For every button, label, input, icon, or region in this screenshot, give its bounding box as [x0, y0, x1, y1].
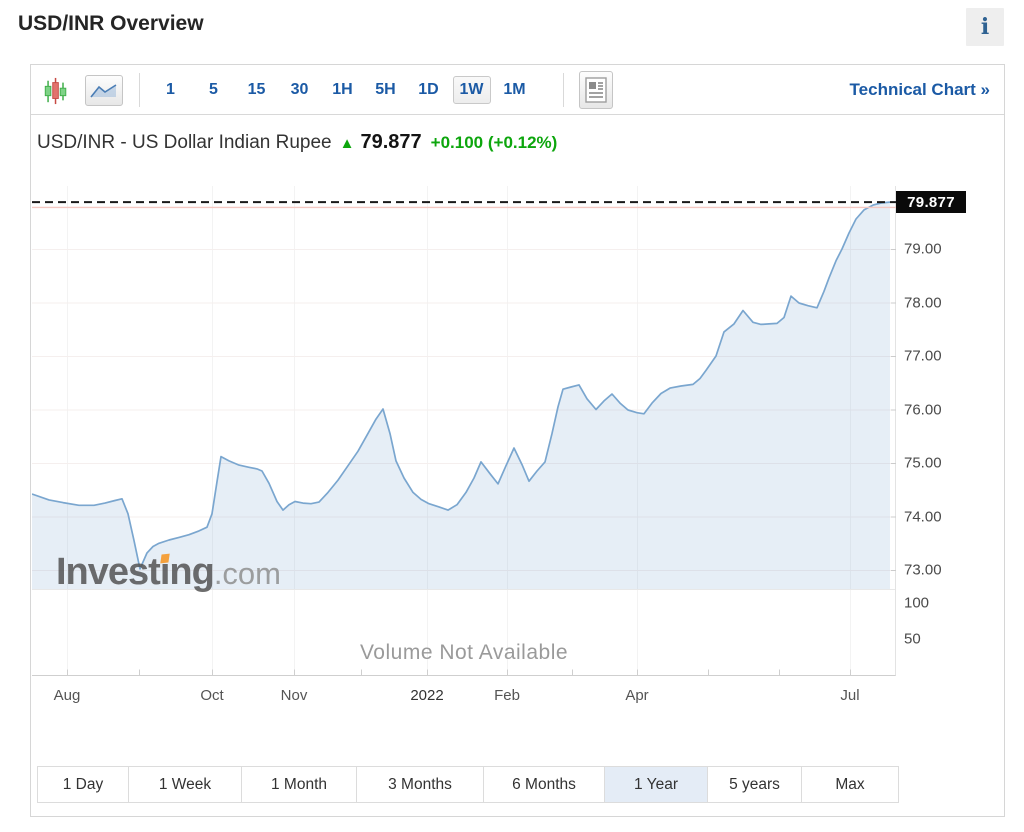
- instrument-name: USD/INR - US Dollar Indian Rupee: [37, 132, 332, 154]
- interval-group: 15 15 30 1H 5H 1D 1W1M: [149, 65, 536, 115]
- period-1-day[interactable]: 1 Day: [38, 767, 129, 802]
- time-axis-label: Feb: [494, 687, 520, 704]
- interval-label: 1H: [325, 76, 359, 104]
- interval-label: 1D: [411, 76, 445, 104]
- up-arrow-icon: ▲: [340, 135, 355, 152]
- price-change: +0.100 (+0.12%): [431, 133, 558, 153]
- interval-15[interactable]: 15: [235, 76, 278, 104]
- interval-1m[interactable]: 1M: [493, 76, 536, 104]
- interval-label: 5: [202, 76, 225, 104]
- volume-axis-label: 50: [904, 631, 921, 648]
- price-axis-label: 78.00: [904, 294, 942, 311]
- interval-1h[interactable]: 1H: [321, 76, 364, 104]
- time-axis-label: Apr: [625, 687, 648, 704]
- toolbar-separator: [563, 73, 564, 107]
- watermark-text: Investing: [56, 551, 214, 593]
- interval-1[interactable]: 1: [149, 76, 192, 104]
- interval-1w[interactable]: 1W: [450, 76, 493, 104]
- last-price-badge: 79.877: [896, 191, 966, 213]
- volume-axis-label: 100: [904, 595, 929, 612]
- price-axis-label: 75.00: [904, 455, 942, 472]
- chart-toolbar: 15 15 30 1H 5H 1D 1W1M Technical Chart »: [31, 65, 1004, 115]
- interval-label: 1M: [496, 76, 532, 104]
- price-axis-label: 76.00: [904, 401, 942, 418]
- period-1-month[interactable]: 1 Month: [242, 767, 357, 802]
- interval-label: 5H: [368, 76, 402, 104]
- chart-card: 15 15 30 1H 5H 1D 1W1M Technical Chart » USD/I…: [30, 64, 1005, 817]
- interval-30[interactable]: 30: [278, 76, 321, 104]
- toolbar-separator: [139, 73, 140, 107]
- info-icon: i: [981, 14, 989, 40]
- time-axis-label: Oct: [200, 687, 223, 704]
- interval-5h[interactable]: 5H: [364, 76, 407, 104]
- price-axis-label: 74.00: [904, 508, 942, 525]
- interval-label: 1: [159, 76, 182, 104]
- instrument-header: USD/INR - US Dollar Indian Rupee ▲ 79.87…: [37, 131, 557, 154]
- page-title: USD/INR Overview: [18, 12, 204, 36]
- period-1-year[interactable]: 1 Year: [605, 767, 708, 802]
- candlestick-chart-icon[interactable]: [44, 77, 68, 105]
- period-5-years[interactable]: 5 years: [708, 767, 802, 802]
- interval-label: 15: [241, 76, 273, 104]
- interval-1d[interactable]: 1D: [407, 76, 450, 104]
- time-axis-label: Nov: [281, 687, 308, 704]
- interval-label: 30: [284, 76, 316, 104]
- period-3-months[interactable]: 3 Months: [357, 767, 484, 802]
- time-axis-label: Aug: [54, 687, 81, 704]
- info-button[interactable]: i: [966, 8, 1004, 46]
- technical-chart-link[interactable]: Technical Chart »: [850, 80, 990, 100]
- line-chart-icon: [90, 82, 118, 100]
- period-selector: 1 Day1 Week1 Month3 Months6 Months1 Year…: [37, 766, 899, 803]
- last-price: 79.877: [360, 131, 421, 154]
- watermark-orange-dot: ing: [160, 551, 214, 594]
- time-axis-label: 2022: [410, 687, 443, 704]
- watermark-logo: Investing.com: [56, 551, 281, 594]
- line-chart-button[interactable]: [85, 75, 123, 106]
- price-axis-label: 79.00: [904, 241, 942, 258]
- price-chart[interactable]: [32, 186, 896, 676]
- period-1-week[interactable]: 1 Week: [129, 767, 242, 802]
- usd-inr-overview-widget: USD/INR Overview i 15 15 30 1H 5H 1D 1W1M: [0, 0, 1024, 832]
- watermark-suffix: .com: [214, 556, 281, 591]
- news-panel-button[interactable]: [579, 71, 613, 109]
- news-panel-icon: [585, 77, 607, 103]
- price-axis-label: 77.00: [904, 348, 942, 365]
- period-6-months[interactable]: 6 Months: [484, 767, 605, 802]
- price-axis-label: 73.00: [904, 562, 942, 579]
- interval-label: 1W: [453, 76, 491, 104]
- interval-5[interactable]: 5: [192, 76, 235, 104]
- time-axis-label: Jul: [840, 687, 859, 704]
- period-max[interactable]: Max: [802, 767, 898, 802]
- volume-note: Volume Not Available: [360, 641, 568, 665]
